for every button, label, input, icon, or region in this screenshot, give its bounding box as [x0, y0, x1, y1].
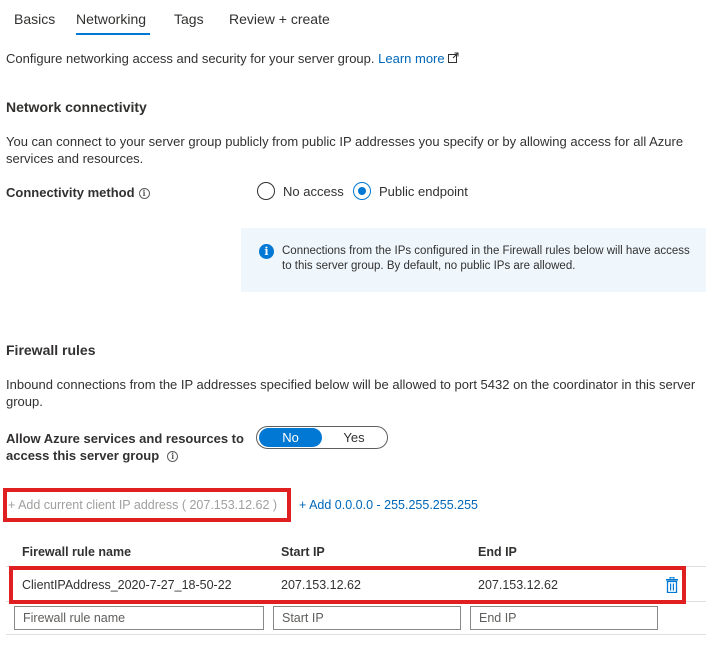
firewall-rules-heading: Firewall rules	[6, 342, 96, 358]
tab-review-create[interactable]: Review + create	[229, 11, 330, 27]
learn-more-link[interactable]: Learn more	[378, 51, 444, 66]
tab-basics[interactable]: Basics	[14, 11, 55, 27]
network-connectivity-heading: Network connectivity	[6, 99, 147, 115]
table-bottom-divider	[6, 634, 706, 635]
info-icon: i	[259, 244, 274, 259]
info-message-bar: i Connections from the IPs configured in…	[241, 228, 706, 292]
info-message-text: Connections from the IPs configured in t…	[282, 245, 690, 272]
new-rule-name-input[interactable]: Firewall rule name	[14, 606, 264, 630]
firewall-description: Inbound connections from the IP addresse…	[6, 377, 696, 409]
toggle-option-yes[interactable]: Yes	[322, 428, 386, 447]
tab-tags[interactable]: Tags	[174, 11, 204, 27]
new-start-ip-input[interactable]: Start IP	[273, 606, 461, 630]
radio-public-endpoint-label[interactable]: Public endpoint	[379, 184, 468, 199]
add-client-ip-button[interactable]: + Add current client IP address ( 207.15…	[8, 498, 277, 512]
allow-azure-services-toggle[interactable]: No Yes	[256, 426, 388, 449]
intro-line: Configure networking access and security…	[6, 51, 459, 66]
external-link-icon	[448, 52, 459, 63]
intro-text: Configure networking access and security…	[6, 51, 375, 66]
column-header-start-ip: Start IP	[281, 545, 325, 559]
active-tab-indicator	[76, 33, 150, 35]
radio-no-access-label[interactable]: No access	[283, 184, 344, 199]
tab-bar: Basics Networking Tags Review + create	[0, 0, 715, 40]
radio-public-endpoint[interactable]	[353, 182, 371, 200]
highlight-box-rule-row	[9, 566, 686, 604]
network-description: You can connect to your server group pub…	[6, 134, 684, 166]
info-icon[interactable]: i	[167, 451, 179, 462]
tab-networking[interactable]: Networking	[76, 11, 146, 27]
column-header-end-ip: End IP	[478, 545, 517, 559]
add-all-ip-range-button[interactable]: + Add 0.0.0.0 - 255.255.255.255	[299, 498, 478, 512]
radio-no-access[interactable]	[257, 182, 275, 200]
connectivity-method-label: Connectivity method i	[6, 185, 150, 200]
allow-azure-services-text: Allow Azure services and resources to ac…	[6, 431, 244, 463]
info-icon[interactable]: i	[138, 188, 150, 199]
connectivity-method-text: Connectivity method	[6, 185, 135, 200]
new-end-ip-input[interactable]: End IP	[470, 606, 658, 630]
toggle-option-no[interactable]: No	[259, 428, 322, 447]
allow-azure-services-label: Allow Azure services and resources to ac…	[6, 430, 246, 464]
column-header-rule-name: Firewall rule name	[22, 545, 132, 559]
